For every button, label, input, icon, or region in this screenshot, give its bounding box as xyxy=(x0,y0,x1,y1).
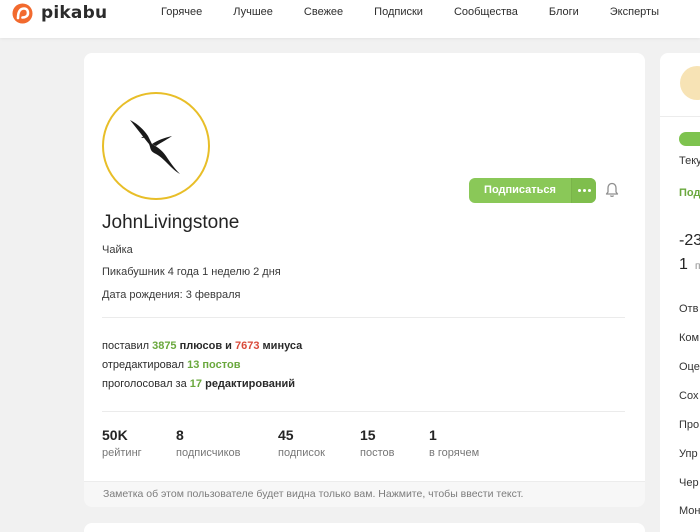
pikabu-logo[interactable]: pikabu xyxy=(12,2,107,24)
profile-card: Подписаться JohnLivingstone Чайка Пикабу… xyxy=(84,53,645,481)
profile-avatar[interactable] xyxy=(102,92,210,200)
counter-hot[interactable]: 1 в горячем xyxy=(429,427,479,459)
nav-fresh[interactable]: Свежее xyxy=(293,6,343,18)
bell-icon[interactable] xyxy=(605,182,619,198)
edited-posts-link[interactable]: 13 постов xyxy=(187,359,240,371)
divider xyxy=(102,317,625,318)
note-hint: Заметка об этом пользователе будет видна… xyxy=(103,488,524,500)
sidebar-item[interactable]: Мон xyxy=(679,505,700,517)
user-status: Чайка xyxy=(102,244,133,256)
nav-best[interactable]: Лучшее xyxy=(222,6,273,18)
membership-duration: Пикабушник 4 года 1 неделю 2 дня xyxy=(102,266,281,278)
plus-count: 3875 xyxy=(152,340,177,352)
voted-edits-line: проголосовал за 17 редактирований xyxy=(102,378,296,390)
minus-count: 7673 xyxy=(235,340,260,352)
sidebar-link[interactable]: Под xyxy=(679,187,700,199)
seagull-icon xyxy=(130,120,180,174)
divider xyxy=(660,116,700,117)
right-sidebar: Теку Под -23 1 п Отв Ком Оце Сох Про Упр… xyxy=(660,53,700,532)
counter-posts[interactable]: 15 постов xyxy=(360,427,394,459)
sidebar-item[interactable]: Оце xyxy=(679,361,700,373)
counter-subscriptions[interactable]: 45 подписок xyxy=(278,427,325,459)
sidebar-item[interactable]: Чер xyxy=(679,477,699,489)
more-options-button[interactable] xyxy=(571,178,596,203)
nav-hot[interactable]: Горячее xyxy=(150,6,202,18)
username: JohnLivingstone xyxy=(102,212,240,233)
next-card xyxy=(84,523,645,532)
sidebar-item[interactable]: Сох xyxy=(679,390,698,402)
voted-count: 17 xyxy=(189,378,203,390)
votes-line: поставил 3875 плюсов и 7673 минуса xyxy=(102,340,303,352)
nav-blogs[interactable]: Блоги xyxy=(538,6,579,18)
sidebar-item[interactable]: Ком xyxy=(679,332,699,344)
sidebar-item[interactable]: Отв xyxy=(679,303,698,315)
sidebar-text: Теку xyxy=(679,155,700,167)
pikabu-logo-icon xyxy=(12,3,33,24)
main-nav: Горячее Лучшее Свежее Подписки Сообществ… xyxy=(150,6,679,18)
sidebar-count: 1 п xyxy=(679,256,700,273)
sidebar-item[interactable]: Упр xyxy=(679,448,698,460)
divider xyxy=(102,411,625,412)
top-header: pikabu Горячее Лучшее Свежее Подписки Со… xyxy=(0,0,700,38)
edits-line: отредактировал 13 постов xyxy=(102,359,241,371)
counter-rating: 50K рейтинг xyxy=(102,427,142,459)
sidebar-toggle[interactable] xyxy=(679,132,700,146)
sidebar-avatar[interactable] xyxy=(680,66,700,100)
logo-text: pikabu xyxy=(41,3,108,23)
subscribe-button-group: Подписаться xyxy=(469,178,596,203)
user-note-field[interactable]: Заметка об этом пользователе будет видна… xyxy=(84,481,645,507)
sidebar-rating: -23 xyxy=(679,232,700,249)
nav-experts[interactable]: Эксперты xyxy=(599,6,659,18)
nav-subscriptions[interactable]: Подписки xyxy=(363,6,423,18)
counter-subscribers[interactable]: 8 подписчиков xyxy=(176,427,241,459)
birthday: Дата рождения: 3 февраля xyxy=(102,289,241,301)
subscribe-button[interactable]: Подписаться xyxy=(469,178,571,203)
more-dots-icon xyxy=(577,189,581,192)
nav-communities[interactable]: Сообщества xyxy=(443,6,518,18)
sidebar-item[interactable]: Про xyxy=(679,419,699,431)
